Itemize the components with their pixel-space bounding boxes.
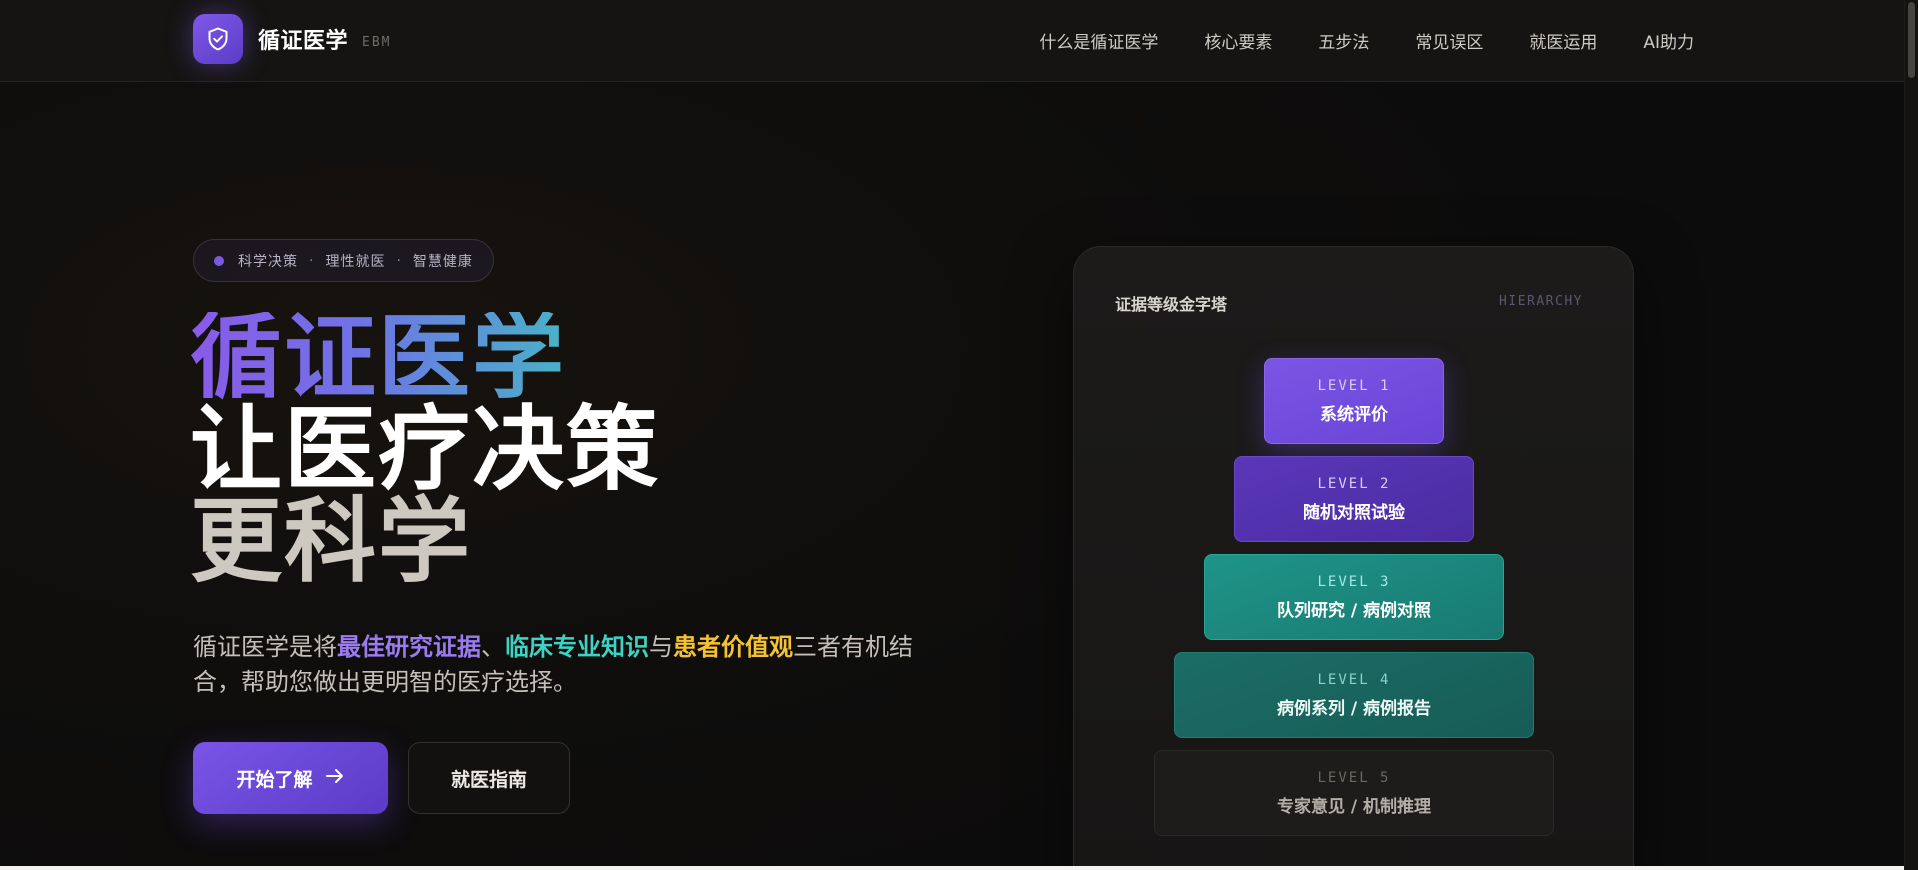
desc-highlight-clinical-expertise: 临床专业知识	[505, 633, 649, 661]
pill-item-rational-care: 理性就医	[325, 253, 386, 270]
level-code: LEVEL 4	[1317, 671, 1391, 688]
hero-description: 循证医学是将最佳研究证据、临床专业知识与患者价值观三者有机结合，帮助您做出更明智…	[193, 630, 923, 700]
level-code: LEVEL 5	[1317, 769, 1391, 786]
shield-check-icon	[193, 14, 243, 64]
nav-item-ai-assist[interactable]: AI助力	[1643, 28, 1694, 53]
page-scrollbar[interactable]	[1904, 0, 1918, 870]
hero-title: 循证医学 让医疗决策 更科学	[190, 312, 660, 588]
level-name: 队列研究 / 病例对照	[1276, 600, 1432, 621]
top-nav-bar: 循证医学 EBM 什么是循证医学 核心要素 五步法 常见误区 就医运用 AI助力	[0, 0, 1904, 82]
desc-highlight-best-evidence: 最佳研究证据	[337, 633, 481, 661]
desc-text: 与	[649, 633, 673, 661]
brand-logo-link[interactable]: 循证医学 EBM	[193, 14, 392, 64]
nav-item-five-steps[interactable]: 五步法	[1318, 28, 1369, 53]
desc-text: 、	[481, 633, 505, 661]
hero-title-line-3: 更科学	[190, 488, 473, 595]
scrollbar-thumb[interactable]	[1908, 2, 1915, 78]
level-name: 随机对照试验	[1303, 502, 1405, 523]
brand-tag: EBM	[362, 34, 392, 50]
evidence-pyramid-card: 证据等级金字塔 HIERARCHY LEVEL 1 系统评价 LEVEL 2 随…	[1073, 246, 1634, 870]
nav-item-core-elements[interactable]: 核心要素	[1204, 28, 1272, 53]
level-name: 病例系列 / 病例报告	[1276, 698, 1432, 719]
level-name: 系统评价	[1320, 404, 1388, 425]
nav-item-medical-use[interactable]: 就医运用	[1529, 28, 1597, 53]
level-name: 专家意见 / 机制推理	[1276, 796, 1432, 817]
pill-dot-icon	[214, 255, 224, 266]
arrow-right-icon	[325, 767, 345, 790]
pyramid-title: 证据等级金字塔	[1115, 295, 1228, 314]
brand-name: 循证医学	[258, 29, 349, 54]
hero-title-line-2: 让医疗决策	[190, 396, 661, 503]
nav-item-what-is-ebm[interactable]: 什么是循证医学	[1039, 28, 1158, 53]
level-code: LEVEL 1	[1317, 377, 1391, 394]
pyramid-level-1[interactable]: LEVEL 1 系统评价	[1264, 358, 1444, 444]
pyramid-level-4[interactable]: LEVEL 4 病例系列 / 病例报告	[1174, 652, 1534, 738]
page: 循证医学 EBM 什么是循证医学 核心要素 五步法 常见误区 就医运用 AI助力…	[0, 0, 1918, 870]
pyramid-level-2[interactable]: LEVEL 2 随机对照试验	[1234, 456, 1474, 542]
pill-separator: ·	[396, 252, 402, 269]
pyramid-tag: HIERARCHY	[1499, 294, 1583, 309]
pill-item-smart-health: 智慧健康	[412, 253, 473, 270]
pyramid-level-3[interactable]: LEVEL 3 队列研究 / 病例对照	[1204, 554, 1504, 640]
pill-item-scientific-decision: 科学决策	[238, 253, 298, 270]
hero-title-line-1: 循证医学	[190, 304, 567, 411]
nav-item-common-misconceptions[interactable]: 常见误区	[1415, 28, 1483, 53]
main-nav: 什么是循证医学 核心要素 五步法 常见误区 就医运用 AI助力	[1039, 28, 1694, 53]
pill-separator: ·	[309, 252, 315, 269]
medical-guide-button[interactable]: 就医指南	[408, 742, 570, 814]
desc-text: 循证医学是将	[193, 633, 337, 661]
desc-highlight-patient-values: 患者价值观	[673, 633, 793, 661]
start-learning-button[interactable]: 开始了解	[193, 742, 388, 814]
bottom-edge-strip	[0, 866, 1904, 870]
start-learning-label: 开始了解	[236, 768, 313, 791]
level-code: LEVEL 2	[1317, 475, 1391, 492]
level-code: LEVEL 3	[1317, 573, 1391, 590]
pyramid-level-5[interactable]: LEVEL 5 专家意见 / 机制推理	[1154, 750, 1554, 836]
hero-tagline-pill: 科学决策 · 理性就医 · 智慧健康	[193, 239, 494, 282]
